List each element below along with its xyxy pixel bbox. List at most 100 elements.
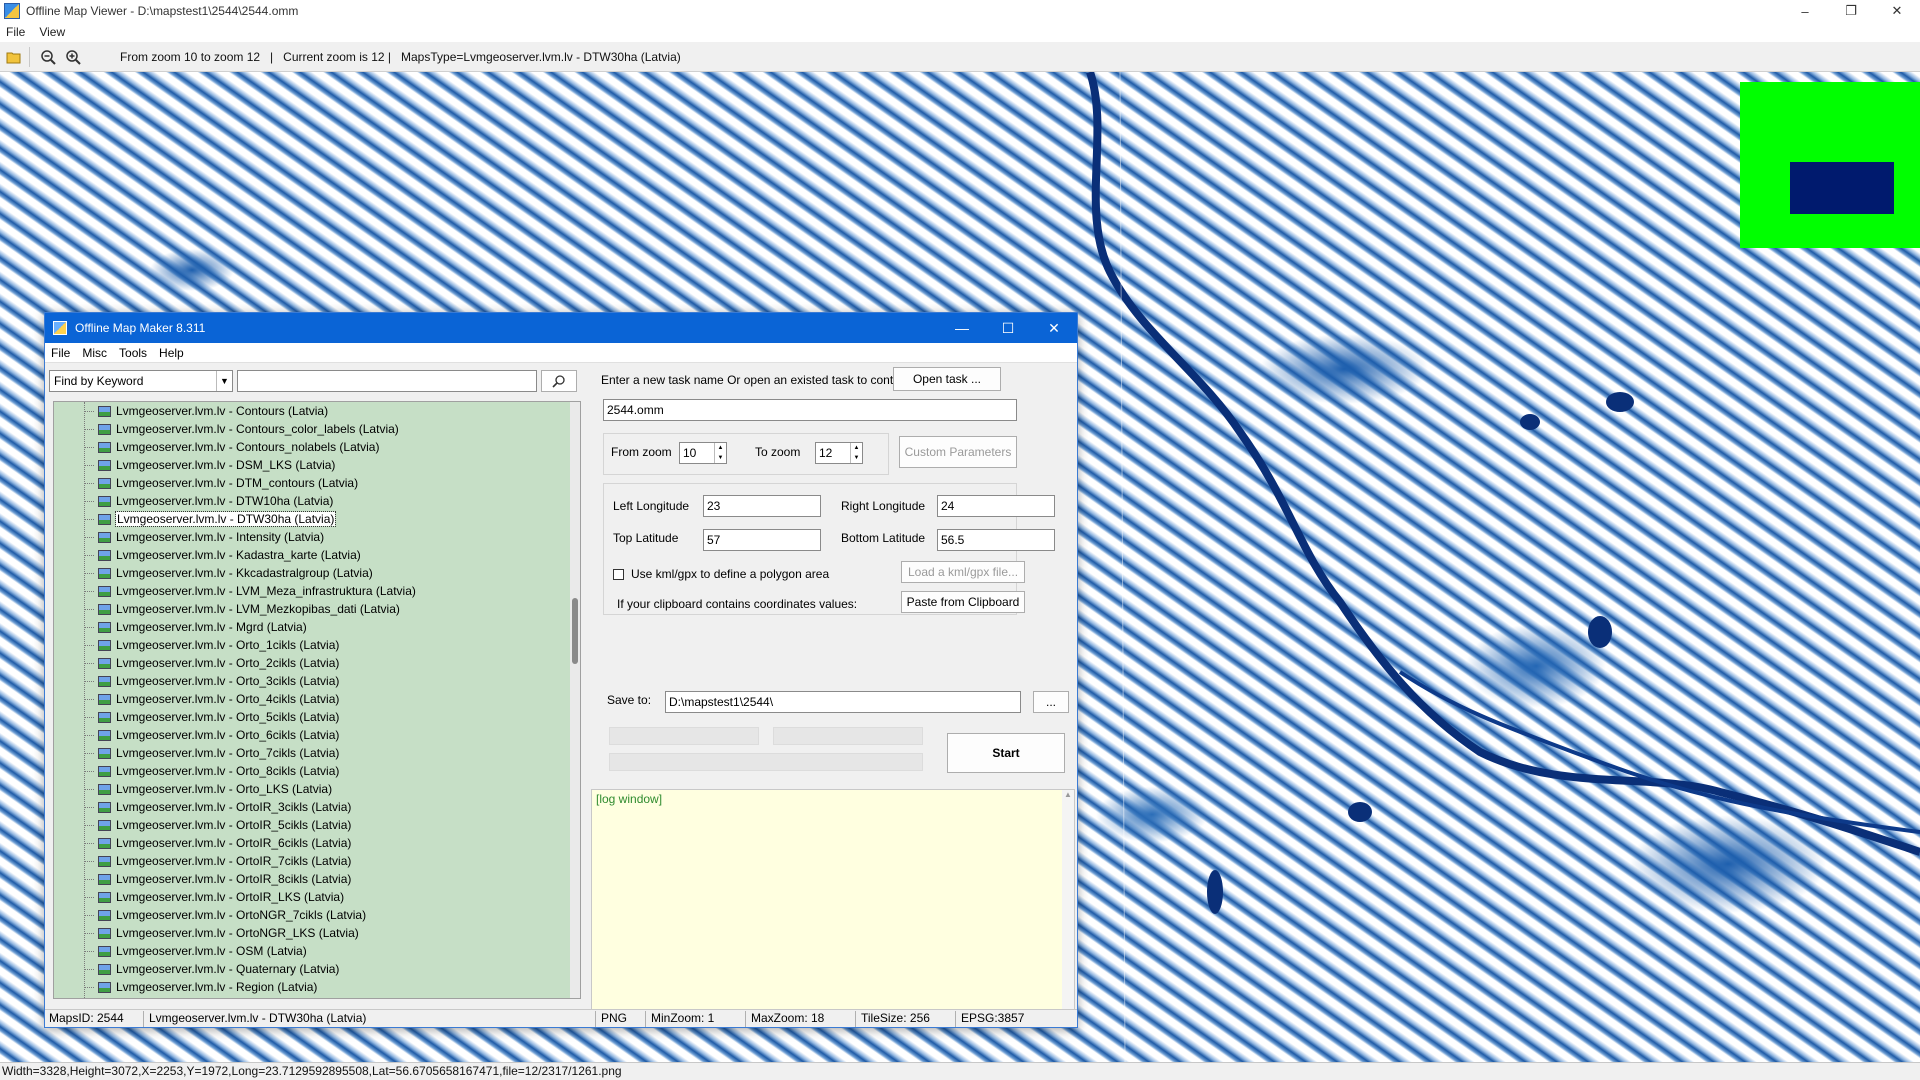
log-window[interactable]: [log window] ▲	[591, 789, 1075, 1013]
tree-item-label: Lvmgeoserver.lvm.lv - OrtoNGR_7cikls (La…	[116, 908, 367, 922]
start-button[interactable]: Start	[947, 733, 1065, 773]
tree-item[interactable]: Lvmgeoserver.lvm.lv - Contours (Latvia)	[54, 402, 580, 420]
clipboard-prompt-label: If your clipboard contains coordinates v…	[617, 597, 858, 611]
use-kml-checkbox[interactable]	[613, 569, 624, 580]
tree-item[interactable]: Lvmgeoserver.lvm.lv - Orto_4cikls (Latvi…	[54, 690, 580, 708]
zoom-info-text: From zoom 10 to zoom 12 | Current zoom i…	[120, 49, 681, 64]
tree-item[interactable]: Lvmgeoserver.lvm.lv - Orto_3cikls (Latvi…	[54, 672, 580, 690]
tree-item-label: Lvmgeoserver.lvm.lv - Orto_4cikls (Latvi…	[116, 692, 340, 706]
dialog-menu-file[interactable]: File	[51, 346, 70, 360]
tree-item[interactable]: Lvmgeoserver.lvm.lv - Region (Latvia)	[54, 978, 580, 996]
tree-item[interactable]: Lvmgeoserver.lvm.lv - OrtoIR_3cikls (Lat…	[54, 798, 580, 816]
tree-item[interactable]: Lvmgeoserver.lvm.lv - LVM_Mezkopibas_dat…	[54, 600, 580, 618]
browse-button[interactable]: ...	[1033, 691, 1069, 713]
tree-item[interactable]: Lvmgeoserver.lvm.lv - Orto_6cikls (Latvi…	[54, 726, 580, 744]
tree-item-label: Lvmgeoserver.lvm.lv - Region (Latvia)	[116, 980, 318, 994]
menu-view[interactable]: View	[39, 25, 65, 39]
right-longitude-label: Right Longitude	[841, 499, 926, 513]
tree-item[interactable]: Lvmgeoserver.lvm.lv - Quaternary (Latvia…	[54, 960, 580, 978]
tree-item[interactable]: Lvmgeoserver.lvm.lv - Kkcadastralgroup (…	[54, 564, 580, 582]
tree-item[interactable]: Lvmgeoserver.lvm.lv - OrtoIR_5cikls (Lat…	[54, 816, 580, 834]
top-latitude-input[interactable]: 57	[703, 529, 821, 551]
tree-item[interactable]: Lvmgeoserver.lvm.lv - Orto_LKS (Latvia)	[54, 780, 580, 798]
load-kml-button[interactable]: Load a kml/gpx file...	[901, 561, 1025, 583]
dialog-menu-misc[interactable]: Misc	[82, 346, 107, 360]
search-icon	[552, 375, 565, 388]
dialog-minimize-button[interactable]: —	[939, 313, 985, 343]
search-input[interactable]	[237, 370, 537, 392]
menu-file[interactable]: File	[6, 25, 25, 39]
task-name-input[interactable]: 2544.omm	[603, 399, 1017, 421]
tree-item[interactable]: Lvmgeoserver.lvm.lv - DSM_LKS (Latvia)	[54, 456, 580, 474]
tree-item[interactable]: Lvmgeoserver.lvm.lv - Orto_5cikls (Latvi…	[54, 708, 580, 726]
window-title: Offline Map Viewer - D:\mapstest1\2544\2…	[26, 4, 299, 18]
dialog-menu-tools[interactable]: Tools	[119, 346, 147, 360]
tree-item[interactable]: Lvmgeoserver.lvm.lv - Mgrd (Latvia)	[54, 618, 580, 636]
close-button[interactable]: ✕	[1874, 0, 1920, 22]
tree-item[interactable]: Lvmgeoserver.lvm.lv - DTM_contours (Latv…	[54, 474, 580, 492]
map-layer-icon	[98, 477, 111, 489]
maps-tree[interactable]: Lvmgeoserver.lvm.lv - Contours (Latvia) L…	[53, 401, 581, 999]
tree-item[interactable]: Lvmgeoserver.lvm.lv - OrtoIR_6cikls (Lat…	[54, 834, 580, 852]
tree-item[interactable]: Lvmgeoserver.lvm.lv - DTW30ha (Latvia)	[54, 510, 580, 528]
stepper-arrows-icon[interactable]: ▲ ▼	[714, 443, 726, 463]
tree-item-label: Lvmgeoserver.lvm.lv - DTW30ha (Latvia)	[114, 511, 337, 527]
map-layer-icon	[98, 891, 111, 903]
tree-item[interactable]: Lvmgeoserver.lvm.lv - LVM_Meza_infrastru…	[54, 582, 580, 600]
folder-icon	[6, 52, 21, 63]
minimize-button[interactable]: –	[1782, 0, 1828, 22]
custom-parameters-button[interactable]: Custom Parameters	[899, 436, 1017, 468]
tree-scrollbar[interactable]	[570, 402, 580, 998]
zoom-in-button[interactable]	[62, 46, 84, 68]
progress-bar-1	[609, 727, 759, 745]
tree-item-label: Lvmgeoserver.lvm.lv - Orto_3cikls (Latvi…	[116, 674, 340, 688]
map-layer-icon	[98, 765, 111, 777]
search-mode-value: Find by Keyword	[54, 374, 144, 388]
open-folder-button[interactable]	[3, 46, 25, 68]
status-maps-type: Lvmgeoserver.lvm.lv - DTW30ha (Latvia)	[149, 1011, 367, 1025]
tree-item[interactable]: Lvmgeoserver.lvm.lv - OrtoIR_LKS (Latvia…	[54, 888, 580, 906]
tree-item[interactable]: Lvmgeoserver.lvm.lv - OSM (Latvia)	[54, 942, 580, 960]
dialog-close-button[interactable]: ✕	[1031, 313, 1077, 343]
tree-item[interactable]: Lvmgeoserver.lvm.lv - OrtoIR_8cikls (Lat…	[54, 870, 580, 888]
tree-item-label: Lvmgeoserver.lvm.lv - OrtoIR_8cikls (Lat…	[116, 872, 352, 886]
tree-item[interactable]: Lvmgeoserver.lvm.lv - Kadastra_karte (La…	[54, 546, 580, 564]
dialog-maximize-button[interactable]: ☐	[985, 313, 1031, 343]
tree-item[interactable]: Lvmgeoserver.lvm.lv - DTW10ha (Latvia)	[54, 492, 580, 510]
save-to-input[interactable]: D:\mapstest1\2544\	[665, 691, 1021, 713]
from-zoom-stepper[interactable]: 10 ▲ ▼	[679, 442, 727, 464]
to-zoom-stepper[interactable]: 12 ▲ ▼	[815, 442, 863, 464]
maximize-button[interactable]: ❐	[1828, 0, 1874, 22]
search-mode-select[interactable]: Find by Keyword ▼	[49, 370, 233, 392]
tree-item[interactable]: Lvmgeoserver.lvm.lv - Orto_7cikls (Latvi…	[54, 744, 580, 762]
overview-viewport[interactable]	[1790, 162, 1894, 214]
tree-item-label: Lvmgeoserver.lvm.lv - OrtoIR_6cikls (Lat…	[116, 836, 352, 850]
open-task-button[interactable]: Open task ...	[893, 367, 1001, 391]
left-longitude-input[interactable]: 23	[703, 495, 821, 517]
paste-from-clipboard-button[interactable]: Paste from Clipboard	[901, 591, 1025, 613]
tree-item[interactable]: Lvmgeoserver.lvm.lv - Orto_2cikls (Latvi…	[54, 654, 580, 672]
tree-item[interactable]: Lvmgeoserver.lvm.lv - Contours_color_lab…	[54, 420, 580, 438]
tree-item-label: Lvmgeoserver.lvm.lv - Contours_nolabels …	[116, 440, 380, 454]
search-button[interactable]	[541, 370, 577, 392]
tree-item-label: Lvmgeoserver.lvm.lv - OrtoNGR_LKS (Latvi…	[116, 926, 359, 940]
tree-item[interactable]: Lvmgeoserver.lvm.lv - Orto_1cikls (Latvi…	[54, 636, 580, 654]
tree-item[interactable]: Lvmgeoserver.lvm.lv - OrtoNGR_LKS (Latvi…	[54, 924, 580, 942]
dialog-menu-help[interactable]: Help	[159, 346, 184, 360]
right-longitude-input[interactable]: 24	[937, 495, 1055, 517]
tree-item[interactable]: Lvmgeoserver.lvm.lv - Orto_8cikls (Latvi…	[54, 762, 580, 780]
tree-item[interactable]: Lvmgeoserver.lvm.lv - Intensity (Latvia)	[54, 528, 580, 546]
tree-scrollbar-thumb[interactable]	[572, 598, 578, 664]
stepper-arrows-icon[interactable]: ▲ ▼	[850, 443, 862, 463]
tree-item-label: Lvmgeoserver.lvm.lv - Mgrd (Latvia)	[116, 620, 307, 634]
dialog-app-icon	[53, 321, 67, 335]
log-scrollbar[interactable]: ▲	[1062, 790, 1074, 1012]
task-prompt-label: Enter a new task name Or open an existed…	[601, 373, 920, 387]
tree-item[interactable]: Lvmgeoserver.lvm.lv - Contours_nolabels …	[54, 438, 580, 456]
zoom-out-button[interactable]	[37, 46, 59, 68]
bottom-latitude-input[interactable]: 56.5	[937, 529, 1055, 551]
tree-item[interactable]: Lvmgeoserver.lvm.lv - OrtoIR_7cikls (Lat…	[54, 852, 580, 870]
overview-minimap[interactable]	[1740, 82, 1920, 248]
map-layer-icon	[98, 441, 111, 453]
tree-item[interactable]: Lvmgeoserver.lvm.lv - OrtoNGR_7cikls (La…	[54, 906, 580, 924]
